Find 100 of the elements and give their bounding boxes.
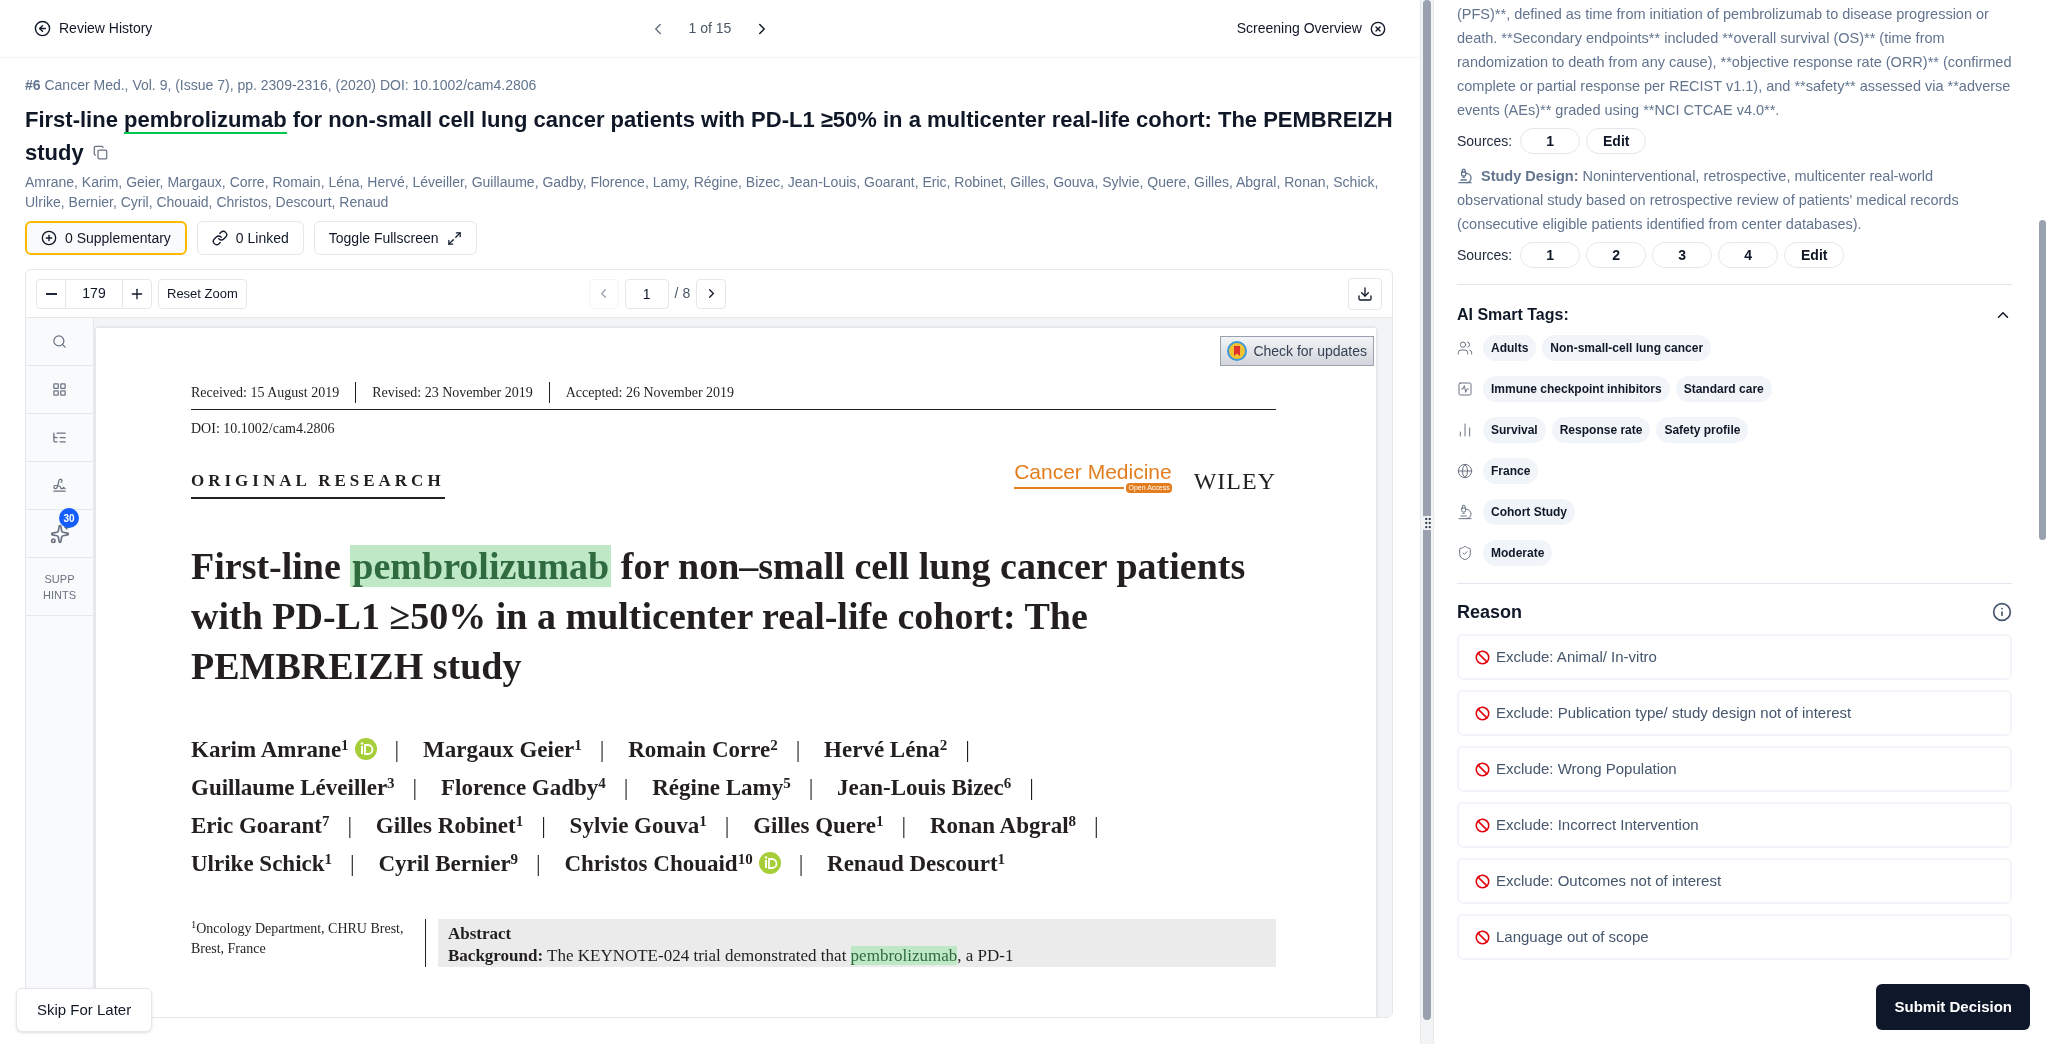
author-name: Renaud Descourt$^{1}$ — [827, 851, 1006, 876]
close-icon — [1370, 20, 1386, 37]
paper-title: First-line pembrolizumab for non–small cell lung cancer patients with PD-L1 ≥50% in a multicenter real-life cohort: The PEMBREIZH study — [191, 544, 1247, 689]
outcomes-text: (PFS)**, defined as time from initiation of pembrolizumab to disease progression or death. **Secondary endpoints** included **overall survival (OS)** (time from randomization to death from any cause), **objective response rate (ORR)** (confirmed complete or partial response per RECIST v1.1), and **safety** assessed via **adverse events (AEs)** graded using **NCI CTCAE v4.0**. — [1457, 5, 2012, 120]
page-count: / 8 — [674, 284, 691, 303]
tag: Immune checkpoint inhibitors — [1483, 375, 1670, 402]
list-icon — [52, 430, 67, 445]
author-name: Margaux Geier$^{1}$ — [422, 737, 582, 762]
bar-chart-icon — [1457, 421, 1473, 438]
abstract-text: Background: The KEYNOTE-024 trial demonstrated that pembrolizumab, a PD-1 — [448, 945, 1015, 967]
author-name: Ronan Abgral$^{8}$ — [929, 813, 1077, 838]
tag: France — [1483, 457, 1539, 484]
tag: Safety profile — [1656, 416, 1749, 443]
people-icon — [1457, 339, 1473, 356]
download-icon — [1357, 285, 1373, 302]
reset-zoom-button[interactable]: Reset Zoom — [158, 278, 247, 309]
reason-option[interactable]: Exclude: Publication type/ study design not of interest — [1457, 690, 2012, 736]
author-name: Gilles Robinet$^{1}$ — [375, 813, 524, 838]
submit-decision-button[interactable]: Submit Decision — [1876, 984, 2030, 1030]
fullscreen-button[interactable]: Toggle Fullscreen — [313, 221, 477, 255]
separator: | — [350, 851, 355, 876]
author-name: Sylvie Gouva$^{1}$ — [569, 813, 707, 838]
screening-overview-button[interactable]: Screening Overview — [1236, 18, 1386, 39]
plus-circle-icon — [41, 230, 57, 246]
sources-label: Sources: — [1457, 246, 1513, 265]
author-name: Eric Goarant$^{7}$ — [191, 813, 330, 838]
info-icon[interactable] — [1992, 602, 2012, 622]
reason-option[interactable]: Exclude: Incorrect Intervention — [1457, 802, 2012, 848]
date-text: Accepted: 26 November 2019 — [548, 382, 751, 403]
reason-option[interactable]: Language out of scope — [1457, 914, 2012, 960]
link-icon — [211, 230, 228, 246]
check-for-updates-button[interactable]: Check for updates — [1220, 336, 1374, 366]
affiliation-text: $^{1}$Oncology Department, CHRU Brest, Brest, France — [191, 919, 426, 967]
search-icon — [52, 334, 67, 349]
sparkles-icon — [49, 523, 70, 544]
shield-icon — [1457, 544, 1473, 561]
review-history-button[interactable]: Review History — [34, 18, 153, 39]
date-text: Received: 15 August 2019 — [191, 384, 341, 402]
author-name: Hervé Léna$^{2}$ — [824, 737, 948, 762]
section-heading: Reason — [1457, 601, 1523, 624]
author-name: Romain Corre$^{2}$ — [628, 737, 778, 762]
separator: | — [808, 775, 814, 800]
study-design-text: Study Design: Noninterventional, retrospective, multicenter real-world observational study based on retrospective review of patients' medical records (consecutive eligible patients identified from center databases). — [1457, 166, 1960, 234]
separator: | — [1094, 813, 1099, 838]
separator: | — [347, 813, 353, 838]
supp-hints-button[interactable]: SUPP HINTS — [26, 558, 93, 616]
tag: Cohort Study — [1483, 498, 1575, 525]
author-name: Ulrike Schick$^{1}$ — [191, 851, 333, 876]
separator: | — [412, 775, 418, 800]
zoom-field[interactable]: 179 — [66, 278, 122, 309]
linked-button[interactable]: 0 Linked — [196, 221, 304, 255]
separator: | — [599, 737, 605, 762]
separator: | — [623, 775, 629, 800]
prohibited-icon — [1475, 929, 1490, 945]
zoom-out-button[interactable] — [36, 278, 66, 309]
skip-for-later-button[interactable]: Skip For Later — [16, 988, 153, 1032]
bookmark-icon — [1227, 341, 1248, 361]
tag: Adults — [1483, 334, 1537, 361]
separator: | — [541, 813, 546, 838]
rail-button[interactable]: 30 — [26, 510, 93, 558]
tag: Response rate — [1551, 416, 1651, 443]
microscope-icon — [1457, 503, 1473, 520]
prohibited-icon — [1475, 705, 1490, 721]
download-button[interactable] — [1348, 277, 1382, 310]
publisher-logo: WILEY — [1193, 469, 1276, 493]
doi-text: DOI: 10.1002/cam4.2806 — [191, 420, 336, 438]
article-title: First-line pembrolizumab for non-small cell lung cancer patients with PD-L1 ≥50% in a multicenter real-life cohort: The PEMBREIZH study — [25, 106, 1393, 167]
expand-icon — [446, 230, 462, 246]
separator: | — [795, 737, 801, 762]
author-name: Christos Chouaid$^{10}$ — [564, 851, 753, 876]
count-badge: 30 — [59, 508, 79, 528]
section-label: ORIGINAL RESEARCH — [191, 467, 445, 499]
reason-option[interactable]: Exclude: Wrong Population — [1457, 746, 2012, 792]
separator: | — [724, 813, 730, 838]
separator: | — [901, 813, 907, 838]
author-name: Gilles Quere$^{1}$ — [753, 813, 884, 838]
prohibited-icon — [1475, 761, 1490, 777]
tag: Moderate — [1483, 539, 1553, 566]
reason-option[interactable]: Exclude: Animal/ In-vitro — [1457, 634, 2012, 680]
supplementary-button[interactable]: 0 Supplementary — [25, 221, 187, 255]
sources-label: Sources: — [1457, 132, 1513, 151]
grid-icon — [52, 382, 67, 397]
tag: Survival — [1483, 416, 1546, 443]
reason-option[interactable]: Exclude: Outcomes not of interest — [1457, 858, 2012, 904]
zoom-in-button[interactable] — [122, 278, 152, 309]
minus-icon — [45, 292, 57, 295]
back-icon — [34, 20, 51, 37]
copy-icon[interactable] — [93, 145, 108, 160]
prohibited-icon — [1475, 649, 1490, 665]
pulse-icon — [1457, 380, 1473, 397]
citation-text: #6 Cancer Med., Vol. 9, (Issue 7), pp. 2309-2316, (2020) DOI: 10.1002/cam4.2806 — [25, 76, 538, 95]
author-name: Cyril Bernier$^{9}$ — [378, 851, 519, 876]
authors-text: Amrane, Karim, Geier, Margaux, Corre, Romain, Léna, Hervé, Léveiller, Guillaume, Gadby, Florence, Lamy, Régine, Bizec, Jean-Louis, Goarant, Eric, Robinet, Gilles, Gouva, Sylvie, Quere, Gilles, Abgral, Ronan, Schick, Ulrike, Bernier, Cyril, Chouaid, Christos, Descourt, Renaud — [25, 173, 1380, 212]
author-name: Guillaume Léveiller$^{3}$ — [191, 775, 395, 800]
author-name: Karim Amrane$^{1}$ — [191, 737, 349, 762]
drag-handle-icon[interactable] — [1421, 516, 1435, 530]
author-name: Régine Lamy$^{5}$ — [652, 775, 791, 800]
pager-text: 1 of 15 — [688, 19, 732, 38]
page-field[interactable]: 1 — [624, 278, 669, 309]
date-text: Revised: 23 November 2019 — [355, 382, 549, 403]
